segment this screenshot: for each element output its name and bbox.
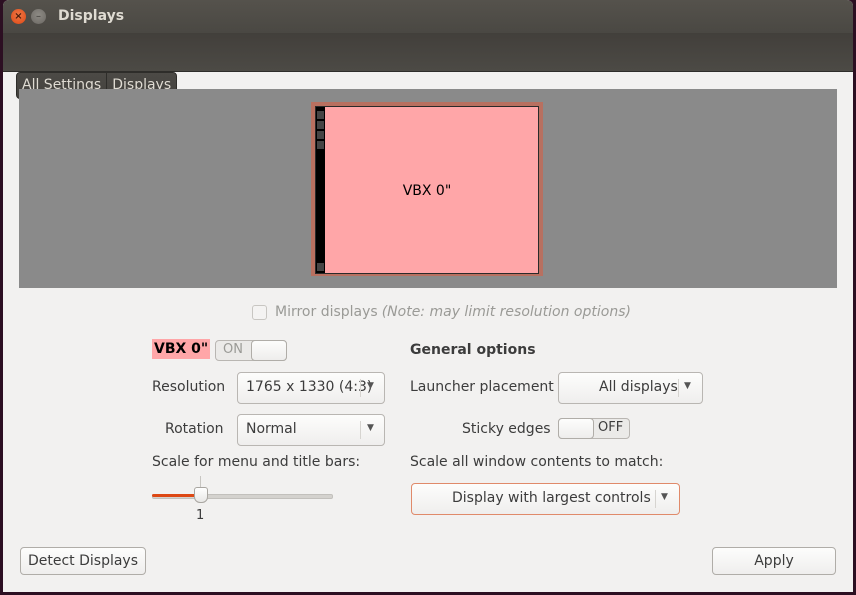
mirror-note: (Note: may limit resolution options) [381,304,631,320]
mirror-displays-checkbox[interactable] [252,304,267,320]
mirror-displays-row: Mirror displays (Note: may limit resolut… [252,304,631,320]
close-icon[interactable]: × [11,9,26,24]
scale-menu-label: Scale for menu and title bars: [152,454,361,470]
scale-slider-thumb[interactable] [194,487,208,503]
dropdown-separator [678,379,679,397]
rotation-value: Normal [246,421,297,437]
chevron-down-icon: ▼ [684,381,691,391]
sticky-edges-switch[interactable]: OFF [558,418,630,439]
window-title: Displays [58,8,125,24]
switch-state: OFF [598,420,624,435]
launcher-icon [317,141,324,149]
chevron-down-icon: ▼ [367,423,374,433]
resolution-label: Resolution [152,379,226,395]
switch-state: ON [223,342,243,357]
title-bar: × – Displays [3,0,853,33]
launcher-placement-label: Launcher placement [410,379,554,395]
rotation-dropdown[interactable]: Normal ▼ [237,414,385,446]
launcher-icon [317,111,324,119]
scale-all-value: Display with largest controls [452,490,651,506]
monitor-screen: VBX 0" [315,106,539,274]
switch-knob [558,418,594,439]
resolution-value: 1765 x 1330 (4:3) [246,379,373,395]
launcher-placement-dropdown[interactable]: All displays ▼ [558,372,703,404]
launcher-icon [317,131,324,139]
resolution-dropdown[interactable]: 1765 x 1330 (4:3) ▼ [237,372,385,404]
display-arrangement-area: VBX 0" [19,89,837,288]
sticky-edges-label: Sticky edges [462,421,551,437]
launcher-placement-value: All displays [599,379,678,395]
scale-slider-value: 1 [196,508,205,523]
general-options-heading: General options [410,342,536,358]
switch-knob [251,340,287,361]
displays-window: × – Displays All Settings Displays VBX 0… [3,0,853,592]
apply-button[interactable]: Apply [712,547,836,575]
dropdown-separator [360,421,361,439]
detect-displays-button[interactable]: Detect Displays [20,547,146,575]
display-on-switch[interactable]: ON [215,340,287,361]
launcher-icon [317,263,324,271]
chevron-down-icon: ▼ [661,492,668,502]
launcher-icon [317,121,324,129]
monitor-label: VBX 0" [402,183,452,199]
scale-slider-fill [152,494,200,497]
scale-all-dropdown[interactable]: Display with largest controls ▼ [411,483,680,515]
dropdown-separator [360,379,361,397]
toolbar: All Settings Displays [3,33,853,99]
dropdown-separator [655,490,656,508]
rotation-label: Rotation [165,421,224,437]
monitor-preview[interactable]: VBX 0" [311,102,543,276]
minimize-icon[interactable]: – [31,9,46,24]
scale-all-label: Scale all window contents to match: [410,454,664,470]
mirror-displays-label: Mirror displays [275,304,378,320]
display-name: VBX 0" [152,339,211,359]
chevron-down-icon: ▼ [367,381,374,391]
